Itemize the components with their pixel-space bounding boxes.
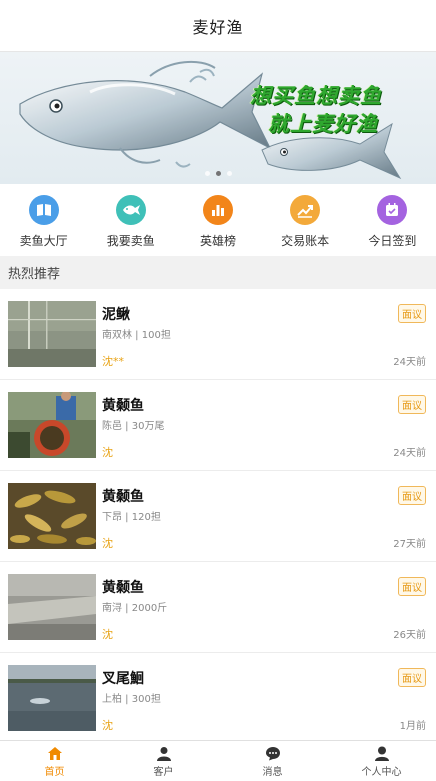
page-title: 麦好渔 <box>192 17 244 37</box>
home-icon <box>47 747 62 760</box>
quicknav-fish-hall[interactable]: 卖鱼大厅 <box>4 195 84 249</box>
quicknav-sell-fish[interactable]: 我要卖鱼 <box>91 195 171 249</box>
listing-meta: 陈邑 | 30万尾 <box>102 421 165 432</box>
tab-customer[interactable]: 客户 <box>109 741 218 781</box>
listing-meta: 南浔 | 2000斤 <box>102 603 168 614</box>
quicknav-leaderboard[interactable]: 英雄榜 <box>178 195 258 249</box>
listing-seller: 沈** <box>102 355 124 368</box>
carousel-dot[interactable] <box>204 171 210 176</box>
quicknav-label: 今日签到 <box>368 234 417 248</box>
listing-thumbnail <box>8 301 96 367</box>
listing-seller: 沈 <box>102 628 113 641</box>
list-item[interactable]: 叉尾鮰 上柏 | 300担 沈 1月前 面议 <box>0 653 436 744</box>
listing-name: 黄颡鱼 <box>102 398 144 414</box>
tab-label: 客户 <box>153 767 174 778</box>
banner-slogan-line2: 就上麦好渔 <box>268 112 378 136</box>
section-title: 热烈推荐 <box>8 267 61 282</box>
quicknav-label: 英雄榜 <box>199 234 236 248</box>
listing-name: 黄颡鱼 <box>102 489 144 505</box>
listing-meta: 南双林 | 100担 <box>102 330 171 341</box>
quicknav-label: 我要卖鱼 <box>106 234 155 248</box>
listing-seller: 沈 <box>102 719 113 732</box>
bar-chart-icon <box>202 195 233 225</box>
listing-time: 24天前 <box>393 357 426 368</box>
price-negotiable-badge: 面议 <box>398 577 426 596</box>
list-item[interactable]: 黄颡鱼 下昂 | 120担 沈 27天前 面议 <box>0 471 436 562</box>
price-negotiable-badge: 面议 <box>398 304 426 323</box>
list-item[interactable]: 黄颡鱼 陈邑 | 30万尾 沈 24天前 面议 <box>0 380 436 471</box>
listing-seller: 沈 <box>102 537 113 550</box>
price-negotiable-badge: 面议 <box>398 668 426 687</box>
customer-icon <box>156 747 171 761</box>
fish-icon <box>115 195 146 225</box>
listing-thumbnail <box>8 483 96 549</box>
app-header: 麦好渔 <box>0 0 436 52</box>
bottom-tab-bar: 首页 客户 消息 个人中心 <box>0 740 436 781</box>
listing-list: 泥鳅 南双林 | 100担 沈** 24天前 面议 黄颡鱼 陈邑 | 30万尾 … <box>0 289 436 744</box>
tab-messages[interactable]: 消息 <box>218 741 327 781</box>
banner-slogan-line1: 想买鱼想卖鱼 <box>250 84 382 108</box>
tab-label: 首页 <box>44 767 65 778</box>
listing-meta: 上柏 | 300担 <box>102 694 161 705</box>
listing-name: 叉尾鮰 <box>102 671 144 687</box>
listing-seller: 沈 <box>102 446 113 459</box>
listing-name: 泥鳅 <box>102 307 130 323</box>
tab-profile[interactable]: 个人中心 <box>327 741 436 781</box>
carousel-dot[interactable] <box>226 171 232 176</box>
listing-thumbnail <box>8 392 96 458</box>
quicknav-ledger[interactable]: 交易账本 <box>265 195 345 249</box>
list-item[interactable]: 泥鳅 南双林 | 100担 沈** 24天前 面议 <box>0 289 436 380</box>
user-icon <box>374 746 389 761</box>
listing-time: 26天前 <box>393 630 426 641</box>
price-negotiable-badge: 面议 <box>398 395 426 414</box>
tab-label: 消息 <box>262 767 283 778</box>
section-header: 热烈推荐 <box>0 256 436 289</box>
listing-name: 黄颡鱼 <box>102 580 144 596</box>
calendar-check-icon <box>377 195 408 225</box>
listing-time: 24天前 <box>393 448 426 459</box>
listing-thumbnail <box>8 574 96 640</box>
message-icon <box>265 747 280 761</box>
listing-meta: 下昂 | 120担 <box>102 512 161 523</box>
quick-nav: 卖鱼大厅 我要卖鱼 英雄榜 交易账本 今日签到 <box>0 184 436 256</box>
list-item[interactable]: 黄颡鱼 南浔 | 2000斤 沈 26天前 面议 <box>0 562 436 653</box>
trend-icon <box>290 195 321 225</box>
tab-label: 个人中心 <box>361 767 402 778</box>
price-negotiable-badge: 面议 <box>398 486 426 505</box>
promo-banner[interactable]: 想买鱼想卖鱼 就上麦好渔 <box>0 52 436 184</box>
quicknav-label: 交易账本 <box>281 234 330 248</box>
carousel-dot-active[interactable] <box>215 171 221 176</box>
quicknav-checkin[interactable]: 今日签到 <box>352 195 432 249</box>
carousel-dots <box>0 171 436 176</box>
tab-home[interactable]: 首页 <box>0 741 109 781</box>
quicknav-label: 卖鱼大厅 <box>19 234 68 248</box>
listing-time: 27天前 <box>393 539 426 550</box>
listing-thumbnail <box>8 665 96 731</box>
listing-time: 1月前 <box>399 721 426 732</box>
book-icon <box>28 195 59 225</box>
